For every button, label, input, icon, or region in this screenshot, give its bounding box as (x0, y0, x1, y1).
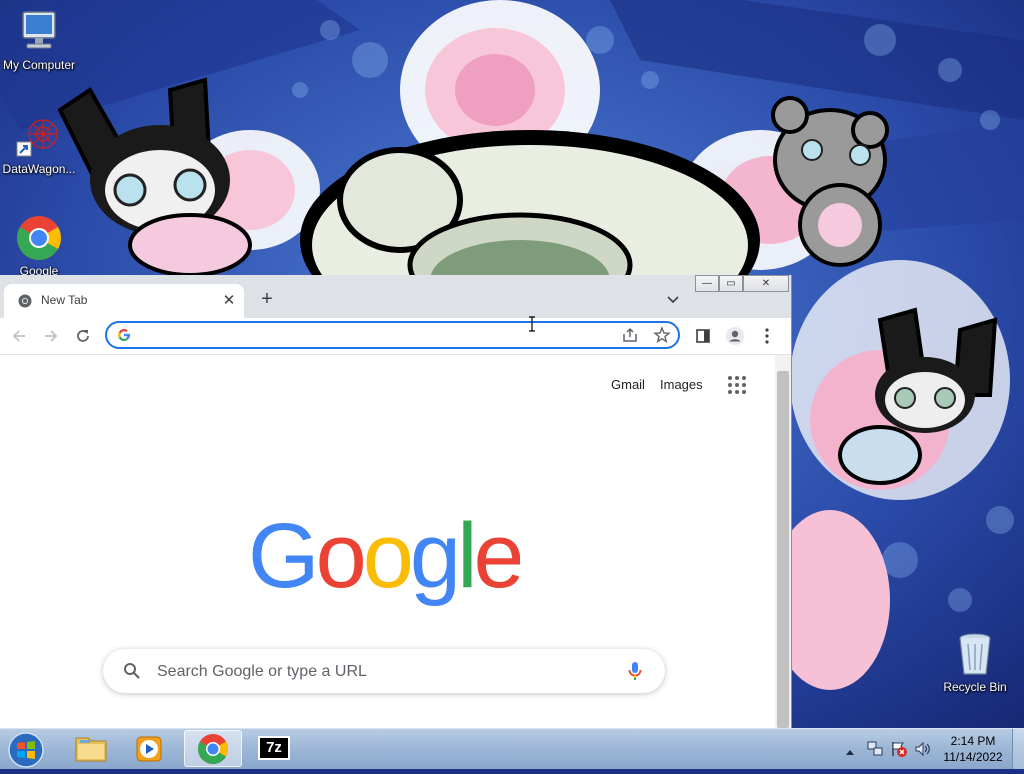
google-g-icon (117, 328, 131, 342)
new-tab-page: Gmail Images Google (0, 355, 775, 728)
chrome-favicon-icon (18, 294, 32, 308)
windows-orb-icon (8, 732, 44, 768)
google-apps-icon[interactable] (727, 375, 747, 395)
google-logo: Google (248, 517, 520, 607)
chevron-down-icon (667, 296, 679, 304)
side-panel-icon (696, 329, 710, 343)
side-panel-button[interactable] (690, 323, 716, 349)
browser-toolbar (0, 318, 791, 355)
network-icon[interactable] (866, 740, 884, 763)
7zip-label: 7z (266, 739, 282, 756)
profile-icon (726, 327, 744, 345)
desktop-icon-label: My Computer (2, 58, 76, 72)
menu-icon (765, 328, 769, 344)
computer-icon (15, 8, 63, 56)
chrome-window: New Tab ✕ + — ▭ ✕ Gmail Images Google Se… (0, 275, 792, 728)
chrome-menu-button[interactable] (754, 323, 780, 349)
clock-date: 11/14/2022 (943, 750, 1003, 764)
datawagon-icon (15, 112, 63, 160)
taskbar-7zip[interactable]: 7z (246, 730, 304, 767)
start-button[interactable] (6, 731, 48, 769)
images-link[interactable]: Images (660, 377, 703, 392)
bookmark-star-icon[interactable] (653, 326, 671, 349)
gmail-link[interactable]: Gmail (611, 377, 645, 392)
chrome-icon (197, 734, 229, 765)
media-player-icon (136, 736, 162, 762)
clock-time: 2:14 PM (950, 734, 996, 748)
desktop-icon-label: DataWagon... (2, 162, 76, 176)
share-icon[interactable] (621, 326, 639, 349)
taskbar-media-player[interactable] (120, 730, 178, 767)
taskbar: 7z 2:14 PM 11/14/2022 (0, 728, 1024, 769)
folder-icon (75, 737, 107, 762)
action-center-flag-icon[interactable] (890, 740, 908, 763)
tab-new-tab[interactable]: New Tab ✕ (4, 284, 244, 318)
show-hidden-icons-icon[interactable] (845, 743, 855, 761)
address-bar[interactable] (105, 321, 680, 349)
back-icon (12, 330, 25, 342)
text-cursor-icon (528, 316, 536, 332)
back-button[interactable] (6, 323, 32, 349)
desktop-icon-recycle-bin[interactable]: Recycle Bin (933, 630, 1017, 694)
scrollbar-thumb[interactable] (777, 371, 789, 728)
google-search-box[interactable] (103, 649, 665, 693)
vertical-scrollbar[interactable] (775, 355, 791, 728)
forward-icon (45, 330, 58, 342)
desktop-icon-datawagon[interactable]: DataWagon... (0, 112, 81, 176)
new-tab-button[interactable]: + (256, 288, 278, 310)
taskbar-chrome[interactable] (184, 730, 242, 767)
recycle-bin-icon (951, 630, 999, 678)
tab-strip: New Tab ✕ + — ▭ ✕ (0, 275, 791, 318)
clock[interactable]: 2:14 PM 11/14/2022 (933, 733, 1013, 765)
search-icon (123, 662, 141, 685)
reload-button[interactable] (70, 323, 96, 349)
address-input[interactable] (139, 326, 613, 346)
tab-search-button[interactable] (662, 289, 684, 311)
forward-button[interactable] (38, 323, 64, 349)
profile-button[interactable] (722, 323, 748, 349)
close-window-button[interactable]: ✕ (743, 275, 789, 292)
svg-text:Google: Google (248, 517, 520, 607)
chrome-icon (15, 214, 63, 262)
7zip-icon: 7z (258, 736, 290, 760)
desktop-icon-my-computer[interactable]: My Computer (0, 8, 81, 72)
search-input[interactable] (155, 661, 599, 683)
reload-icon (77, 330, 89, 342)
show-desktop-button[interactable] (1012, 729, 1024, 769)
minimize-button[interactable]: — (695, 275, 719, 292)
tab-close-button[interactable]: ✕ (218, 290, 240, 312)
desktop-icon-google-chrome[interactable]: Google (0, 214, 81, 278)
volume-icon[interactable] (914, 740, 932, 763)
microphone-icon[interactable] (628, 661, 642, 686)
maximize-button[interactable]: ▭ (719, 275, 743, 292)
taskbar-explorer[interactable] (62, 730, 120, 767)
desktop-icon-label: Recycle Bin (943, 680, 1007, 694)
tab-title: New Tab (41, 293, 88, 307)
